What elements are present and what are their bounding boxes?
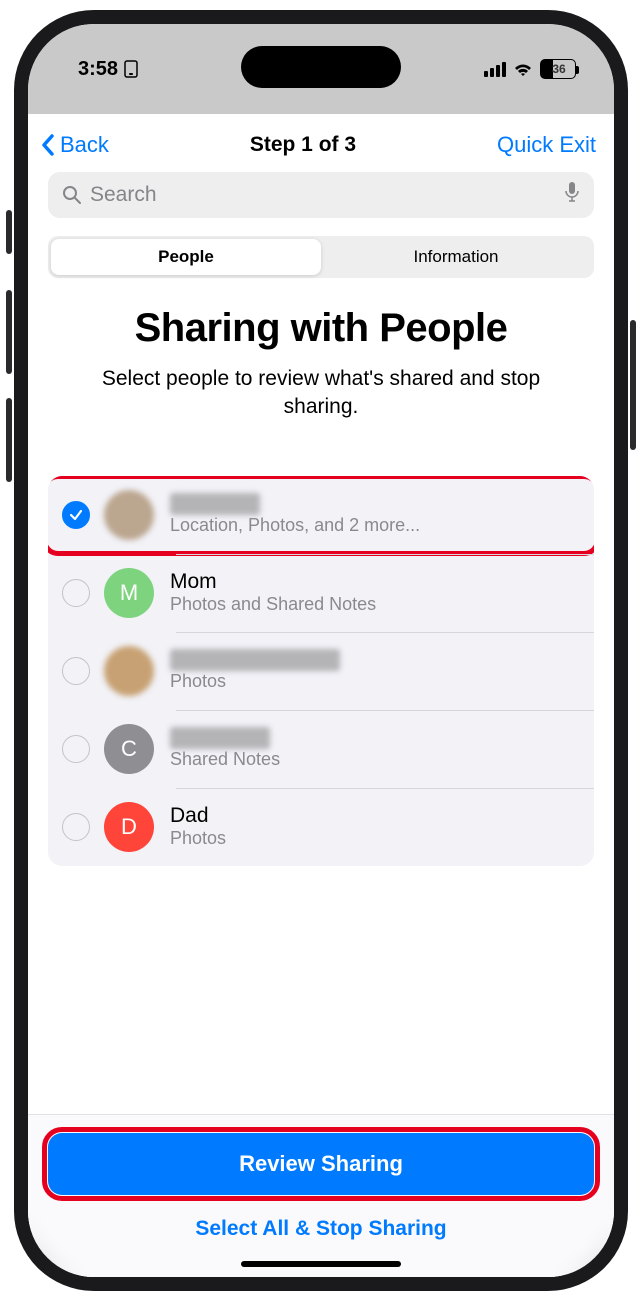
- selection-radio[interactable]: [62, 813, 90, 841]
- person-name: [170, 727, 270, 749]
- avatar: [104, 490, 154, 540]
- tab-information[interactable]: Information: [321, 239, 591, 275]
- battery-level: 36: [552, 62, 565, 76]
- avatar: D: [104, 802, 154, 852]
- selection-radio[interactable]: [62, 579, 90, 607]
- status-time: 3:58: [78, 58, 118, 81]
- selection-radio[interactable]: [62, 735, 90, 763]
- back-button[interactable]: Back: [40, 132, 109, 158]
- nav-title: Step 1 of 3: [250, 133, 356, 157]
- search-placeholder: Search: [90, 183, 157, 207]
- nav-bar: Back Step 1 of 3 Quick Exit: [28, 114, 614, 172]
- page-title: Sharing with People: [28, 306, 614, 351]
- person-subtitle: Shared Notes: [170, 749, 580, 770]
- modal-sheet: Back Step 1 of 3 Quick Exit Search Peopl…: [28, 114, 614, 1277]
- portrait-lock-icon: [124, 60, 138, 78]
- chevron-left-icon: [40, 133, 56, 157]
- search-input[interactable]: Search: [48, 172, 594, 218]
- person-subtitle: Photos and Shared Notes: [170, 594, 580, 615]
- person-subtitle: Location, Photos, and 2 more...: [170, 515, 580, 536]
- bottom-action-bar: Review Sharing Select All & Stop Sharing: [28, 1114, 614, 1277]
- person-row[interactable]: M Mom Photos and Shared Notes: [48, 554, 594, 632]
- phone-screen: 3:58 36 Back: [28, 24, 614, 1277]
- dictation-button[interactable]: [564, 181, 580, 209]
- segmented-control: People Information: [48, 236, 594, 278]
- person-row[interactable]: Location, Photos, and 2 more...: [48, 476, 594, 554]
- people-list: Location, Photos, and 2 more... M Mom Ph…: [48, 476, 594, 866]
- checkmark-icon: [69, 508, 83, 522]
- wifi-icon: [512, 61, 534, 77]
- person-row[interactable]: Photos: [48, 632, 594, 710]
- avatar: C: [104, 724, 154, 774]
- home-indicator[interactable]: [241, 1261, 401, 1267]
- sheet-backdrop: [28, 90, 614, 114]
- phone-frame: 3:58 36 Back: [14, 10, 628, 1291]
- quick-exit-button[interactable]: Quick Exit: [497, 132, 596, 158]
- avatar: M: [104, 568, 154, 618]
- selection-radio[interactable]: [62, 501, 90, 529]
- person-name: [170, 649, 340, 671]
- search-icon: [62, 185, 82, 205]
- microphone-icon: [564, 181, 580, 203]
- cellular-signal-icon: [484, 62, 506, 77]
- back-label: Back: [60, 132, 109, 158]
- avatar: [104, 646, 154, 696]
- person-row[interactable]: D Dad Photos: [48, 788, 594, 866]
- select-all-stop-button[interactable]: Select All & Stop Sharing: [48, 1217, 594, 1241]
- review-sharing-button[interactable]: Review Sharing: [48, 1133, 594, 1195]
- person-name: Mom: [170, 570, 580, 594]
- side-button-power: [630, 320, 636, 450]
- person-subtitle: Photos: [170, 828, 580, 849]
- dynamic-island: [241, 46, 401, 88]
- page-subtitle: Select people to review what's shared an…: [88, 365, 554, 422]
- person-row[interactable]: C Shared Notes: [48, 710, 594, 788]
- side-button-volume-down: [6, 398, 12, 482]
- person-name: Dad: [170, 804, 580, 828]
- tab-people[interactable]: People: [51, 239, 321, 275]
- selection-radio[interactable]: [62, 657, 90, 685]
- side-button-silence: [6, 210, 12, 254]
- person-name: [170, 493, 260, 515]
- battery-icon: 36: [540, 59, 576, 79]
- side-button-volume-up: [6, 290, 12, 374]
- person-subtitle: Photos: [170, 671, 580, 692]
